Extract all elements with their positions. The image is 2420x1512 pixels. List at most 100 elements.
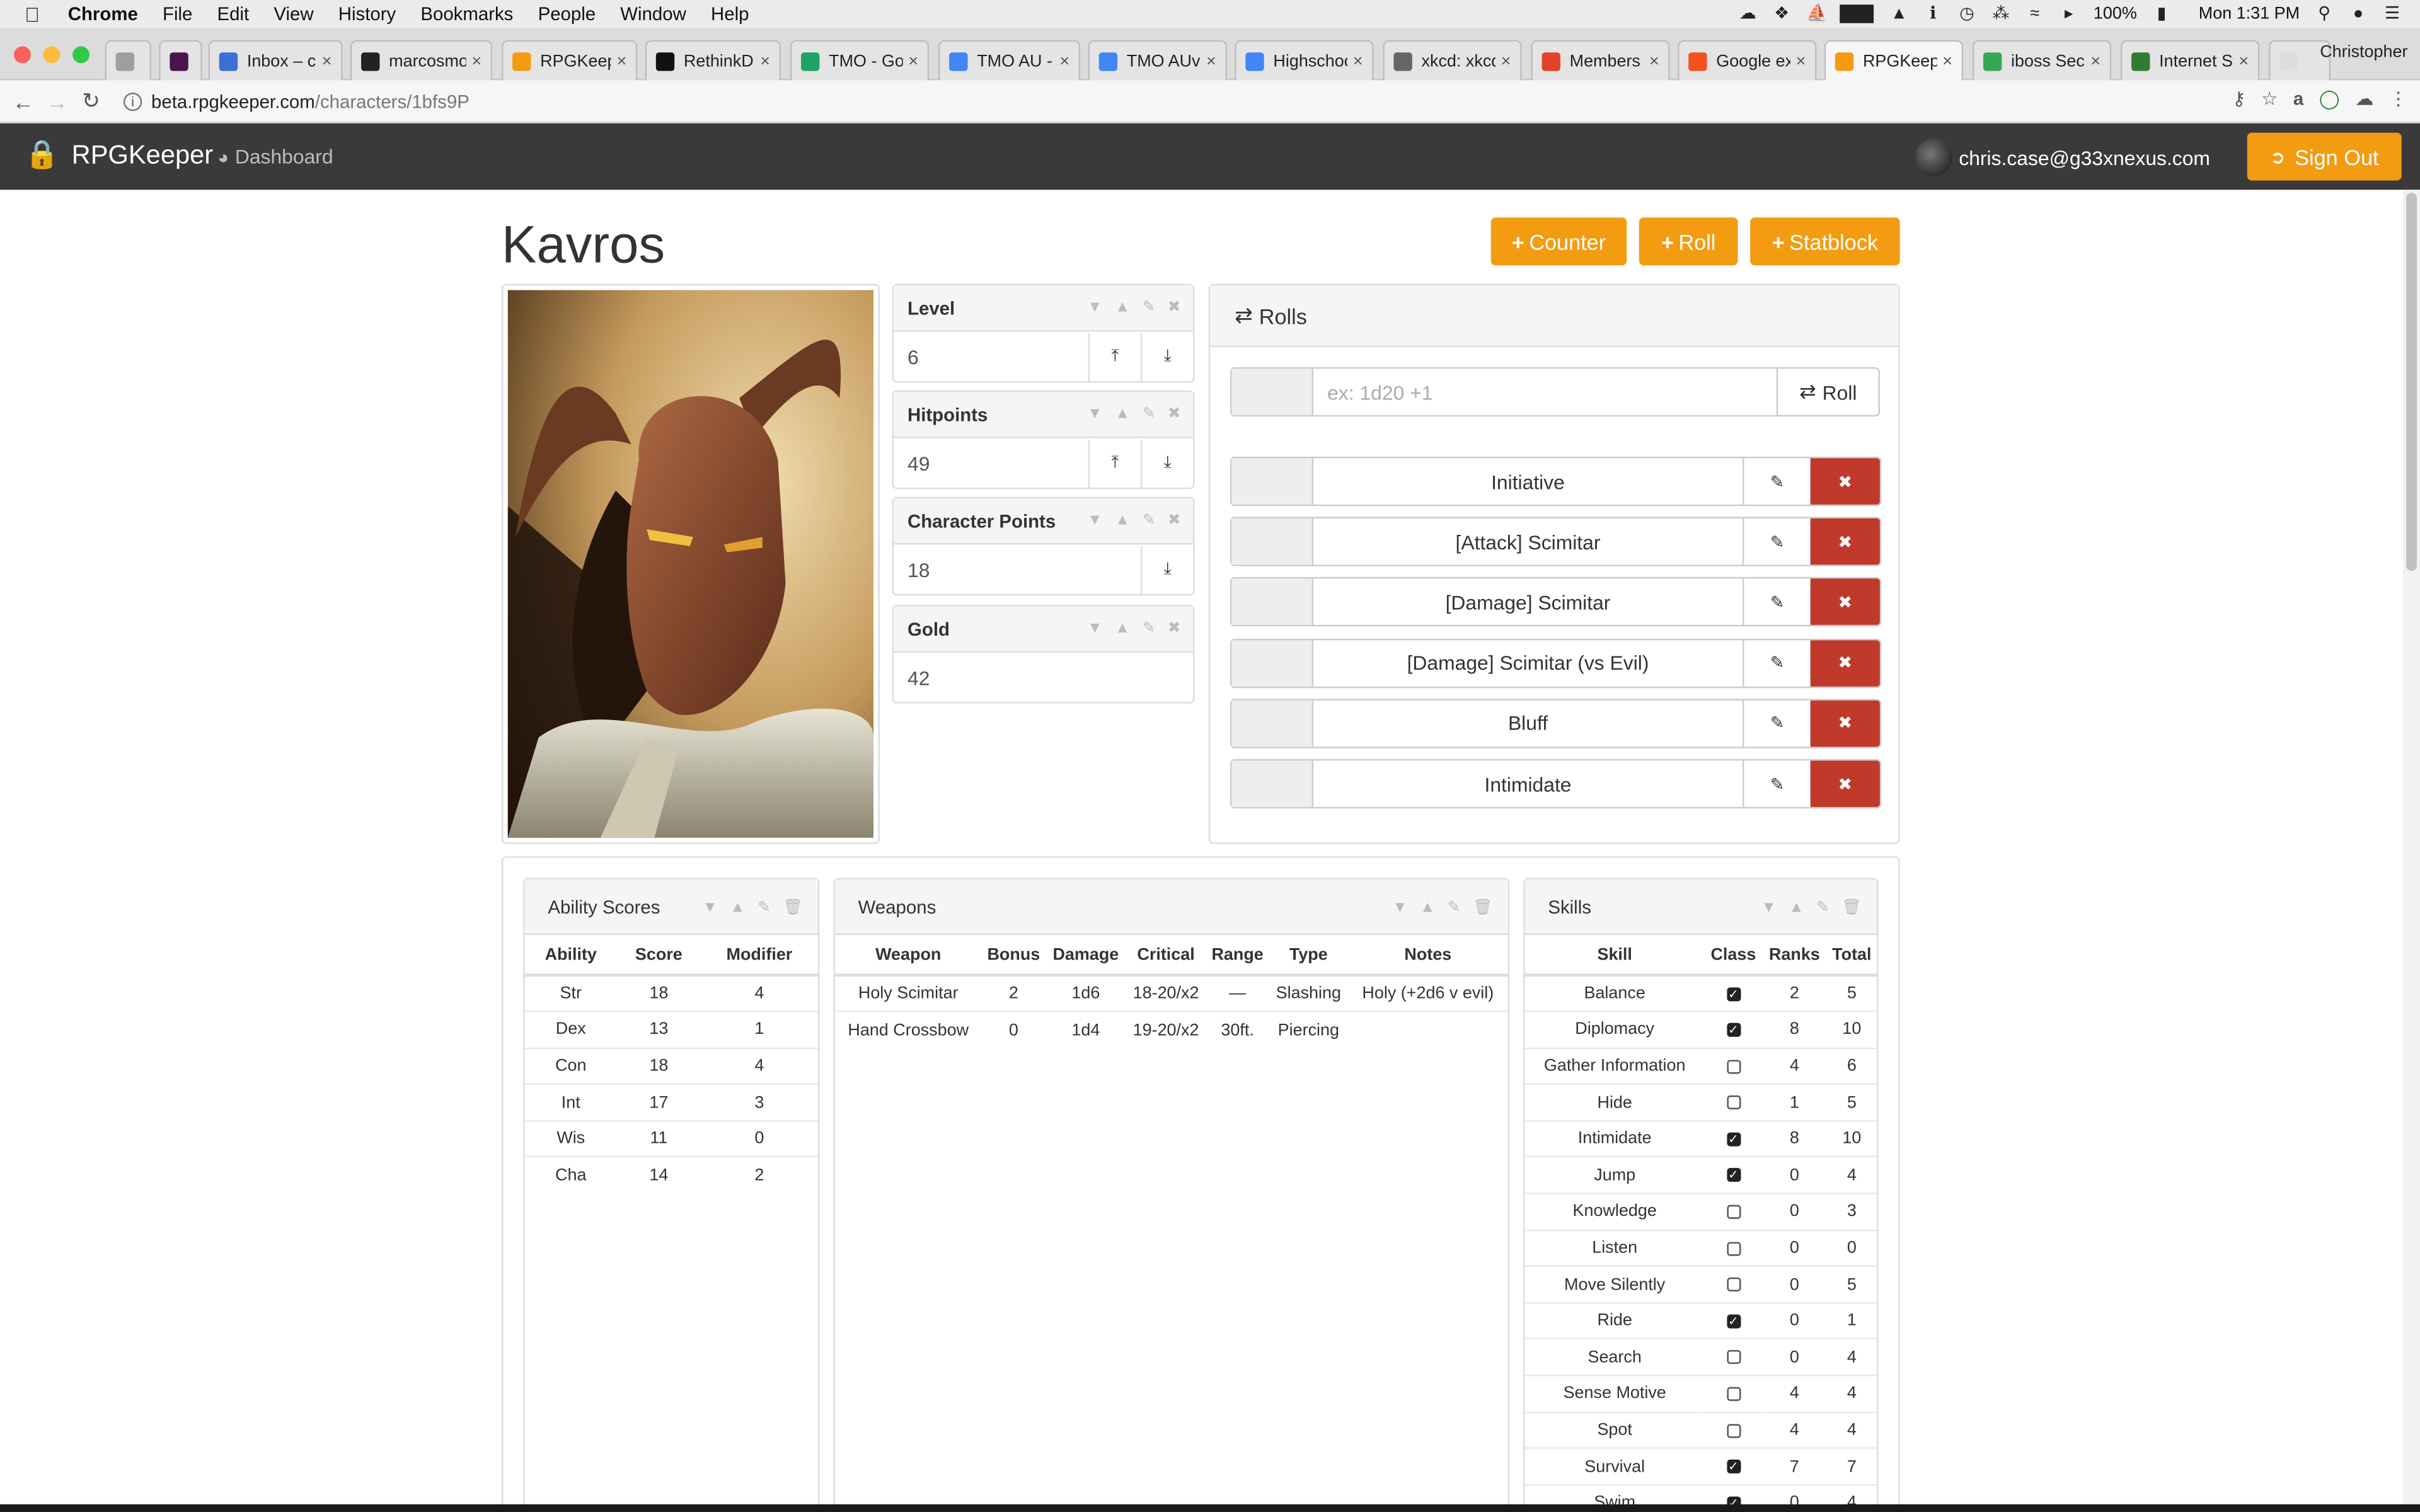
move-down-icon[interactable]: ▼	[703, 900, 718, 917]
class-skill-checkbox[interactable]: ✓	[1726, 1314, 1741, 1328]
time-machine-icon[interactable]: ◷	[1957, 4, 1976, 23]
info-icon[interactable]: ℹ	[1924, 4, 1942, 23]
edit-icon[interactable]: ✎	[1143, 299, 1156, 316]
browser-tab[interactable]: RethinkDB ×	[645, 40, 781, 81]
browser-tab[interactable]: iboss Secu ×	[1972, 40, 2112, 81]
increment-button[interactable]: ⤒	[1088, 332, 1141, 381]
trash-icon[interactable]: ✖	[1168, 620, 1181, 637]
move-up-icon[interactable]: ▲	[1115, 620, 1130, 637]
notification-center-icon[interactable]: ☰	[2383, 4, 2401, 23]
browser-tab[interactable]: xkcd: xkcd ×	[1383, 40, 1522, 81]
add-statblock-button[interactable]: + Statblock	[1750, 217, 1900, 266]
decrement-button[interactable]: ⤓	[1140, 545, 1193, 593]
move-up-icon[interactable]: ▲	[1420, 900, 1435, 917]
battery-icon[interactable]: ▮	[2152, 4, 2170, 23]
class-skill-checkbox[interactable]	[1726, 1241, 1741, 1256]
edit-icon[interactable]: ✎	[1143, 406, 1156, 423]
tab-close-icon[interactable]: ×	[1649, 52, 1659, 70]
add-counter-button[interactable]: + Counter	[1490, 217, 1627, 266]
class-skill-checkbox[interactable]	[1726, 1278, 1741, 1292]
delete-roll-button[interactable]: ✖	[1810, 518, 1880, 565]
move-down-icon[interactable]: ▼	[1087, 406, 1102, 423]
counter-value[interactable]: 6	[894, 345, 1088, 368]
saved-roll-button[interactable]: Intimidate	[1313, 760, 1743, 806]
forward-arrow-icon[interactable]: →	[40, 89, 74, 113]
edit-icon[interactable]: ✎	[1143, 512, 1156, 529]
amazon-extension-icon[interactable]: a	[2293, 88, 2303, 110]
tab-close-icon[interactable]: ×	[1501, 52, 1511, 70]
move-up-icon[interactable]: ▲	[1115, 299, 1130, 316]
menu-view[interactable]: View	[274, 3, 313, 25]
roll-button[interactable]: ⇄ Roll	[1776, 369, 1879, 415]
edit-icon[interactable]: ✎	[1448, 900, 1461, 917]
tab-close-icon[interactable]: ×	[2238, 52, 2249, 70]
scrollbar-thumb[interactable]	[2406, 193, 2417, 571]
menu-file[interactable]: File	[163, 3, 192, 25]
class-skill-checkbox[interactable]: ✓	[1726, 987, 1741, 1001]
saved-roll-button[interactable]: [Damage] Scimitar (vs Evil)	[1313, 639, 1743, 685]
delete-roll-button[interactable]: ✖	[1810, 639, 1880, 686]
counter-value[interactable]: 49	[894, 451, 1088, 474]
docker-icon[interactable]: ⛵	[1806, 4, 1828, 23]
class-skill-checkbox[interactable]	[1726, 1059, 1741, 1074]
trash-icon[interactable]: ✖	[1168, 299, 1181, 316]
sign-out-button[interactable]: ➲ Sign Out	[2247, 132, 2402, 181]
menu-history[interactable]: History	[338, 3, 396, 25]
menu-kebab-icon[interactable]: ⋮	[2389, 88, 2407, 110]
trash-icon[interactable]: 🗑	[1841, 900, 1861, 917]
wifi-icon[interactable]: ≈	[2025, 4, 2044, 23]
menu-edit[interactable]: Edit	[217, 3, 250, 25]
tab-close-icon[interactable]: ×	[1942, 52, 1952, 70]
tab-close-icon[interactable]: ×	[1206, 52, 1216, 70]
delete-roll-button[interactable]: ✖	[1810, 760, 1880, 807]
key-icon[interactable]: ⚷	[2232, 88, 2246, 110]
decrement-button[interactable]: ⤓	[1140, 332, 1193, 381]
delete-roll-button[interactable]: ✖	[1810, 458, 1880, 505]
creative-cloud-icon[interactable]: ☁	[1739, 4, 1757, 23]
cloud-extension-icon[interactable]: ☁	[2355, 88, 2373, 110]
bluetooth-icon[interactable]: ⁂	[1991, 4, 2010, 23]
edit-roll-button[interactable]: ✎	[1742, 579, 1811, 626]
class-skill-checkbox[interactable]: ✓	[1726, 1022, 1741, 1037]
trash-icon[interactable]: 🗑	[783, 900, 802, 917]
siri-icon[interactable]: ●	[2349, 4, 2367, 23]
menu-people[interactable]: People	[538, 3, 596, 25]
reload-icon[interactable]: ↻	[74, 88, 108, 115]
close-window-button[interactable]	[14, 46, 31, 64]
tab-close-icon[interactable]: ×	[1796, 52, 1806, 70]
character-portrait[interactable]	[501, 284, 880, 844]
browser-tab[interactable]: RPGKeeper ×	[501, 40, 638, 81]
brand-link[interactable]: 🔒 RPGKeeper	[25, 139, 213, 171]
volume-icon[interactable]: ▸	[2060, 4, 2078, 23]
move-down-icon[interactable]: ▼	[1087, 512, 1102, 529]
move-down-icon[interactable]: ▼	[1392, 900, 1407, 917]
increment-button[interactable]: ⤒	[1088, 438, 1141, 487]
tab-close-icon[interactable]: ×	[908, 52, 918, 70]
apple-icon[interactable]: 	[25, 3, 49, 26]
menu-bookmarks[interactable]: Bookmarks	[420, 3, 513, 25]
class-skill-checkbox[interactable]	[1726, 1096, 1741, 1110]
class-skill-checkbox[interactable]: ✓	[1726, 1131, 1741, 1147]
spotlight-search-icon[interactable]: ⚲	[2315, 4, 2333, 23]
bookmark-star-icon[interactable]: ☆	[2261, 88, 2278, 110]
browser-tab[interactable]: Members ×	[1531, 40, 1670, 81]
maximize-window-button[interactable]	[72, 46, 90, 64]
tab-close-icon[interactable]: ×	[322, 52, 332, 70]
move-up-icon[interactable]: ▲	[1115, 512, 1130, 529]
move-up-icon[interactable]: ▲	[1789, 900, 1804, 917]
back-arrow-icon[interactable]: ←	[6, 89, 40, 113]
edit-roll-button[interactable]: ✎	[1742, 700, 1811, 747]
class-skill-checkbox[interactable]: ✓	[1726, 1460, 1741, 1474]
browser-tab[interactable]	[105, 40, 152, 81]
browser-tab[interactable]: TMO AU - I ×	[938, 40, 1081, 81]
address-bar[interactable]: i beta.rpgkeeper.com/characters/1bfs9P	[123, 86, 470, 117]
trash-icon[interactable]: ✖	[1168, 406, 1181, 423]
profile-name[interactable]: Christopher	[2320, 43, 2407, 62]
add-roll-button[interactable]: + Roll	[1639, 217, 1738, 266]
minimize-window-button[interactable]	[43, 46, 60, 64]
edit-icon[interactable]: ✎	[1816, 900, 1829, 917]
roll-expression-input[interactable]	[1313, 369, 1777, 415]
move-up-icon[interactable]: ▲	[730, 900, 745, 917]
counter-value[interactable]: 42	[894, 666, 1193, 689]
class-skill-checkbox[interactable]	[1726, 1205, 1741, 1219]
